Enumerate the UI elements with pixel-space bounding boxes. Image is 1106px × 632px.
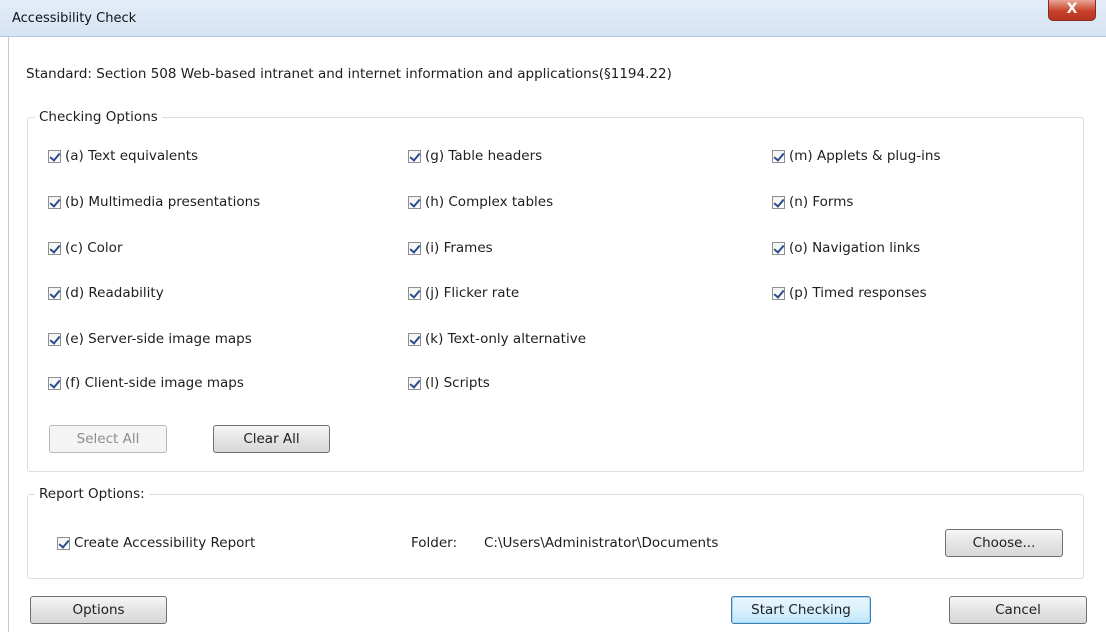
option-d[interactable]: (d) Readability [48,285,164,301]
option-j[interactable]: (j) Flicker rate [408,285,519,301]
option-label: (h) Complex tables [425,194,554,210]
option-o[interactable]: (o) Navigation links [772,240,920,256]
option-h[interactable]: (h) Complex tables [408,194,553,210]
checkbox-icon[interactable] [57,536,70,550]
checkbox-icon[interactable] [408,241,421,255]
option-a[interactable]: (a) Text equivalents [48,148,198,164]
option-label: (k) Text-only alternative [425,331,587,347]
title-bar: Accessibility Check X [0,0,1106,37]
create-report-option[interactable]: Create Accessibility Report [57,535,255,551]
window-title: Accessibility Check [12,11,137,26]
report-options-legend: Report Options: [35,486,149,502]
option-label: (l) Scripts [425,375,490,391]
option-i[interactable]: (i) Frames [408,240,493,256]
option-c[interactable]: (c) Color [48,240,123,256]
folder-path: C:\Users\Administrator\Documents [484,535,719,551]
checkbox-icon[interactable] [772,149,785,163]
select-all-button[interactable]: Select All [49,425,167,453]
folder-label: Folder: [411,535,458,551]
option-label: (c) Color [65,240,123,256]
checkbox-icon[interactable] [48,195,61,209]
standard-text: Standard: Section 508 Web-based intranet… [26,66,672,82]
checkbox-icon[interactable] [48,376,61,390]
checkbox-icon[interactable] [48,286,61,300]
option-label: (f) Client-side image maps [65,375,244,391]
option-m[interactable]: (m) Applets & plug-ins [772,148,941,164]
option-label: (b) Multimedia presentations [65,194,261,210]
checkbox-icon[interactable] [772,286,785,300]
checkbox-icon[interactable] [772,241,785,255]
option-g[interactable]: (g) Table headers [408,148,542,164]
clear-all-button[interactable]: Clear All [213,425,330,453]
options-button[interactable]: Options [30,596,167,624]
checkbox-icon[interactable] [408,286,421,300]
checkbox-icon[interactable] [408,149,421,163]
option-n[interactable]: (n) Forms [772,194,853,210]
checkbox-icon[interactable] [48,332,61,346]
checking-options-legend: Checking Options [35,109,162,125]
start-checking-button[interactable]: Start Checking [731,596,871,624]
option-label: (o) Navigation links [789,240,921,256]
checkbox-icon[interactable] [772,195,785,209]
checkbox-icon[interactable] [48,149,61,163]
option-b[interactable]: (b) Multimedia presentations [48,194,260,210]
create-report-label: Create Accessibility Report [74,535,256,551]
option-label: (p) Timed responses [789,285,927,301]
choose-button[interactable]: Choose... [945,529,1063,557]
option-e[interactable]: (e) Server-side image maps [48,331,252,347]
option-p[interactable]: (p) Timed responses [772,285,927,301]
checkbox-icon[interactable] [408,376,421,390]
option-label: (g) Table headers [425,148,543,164]
checkbox-icon[interactable] [48,241,61,255]
checkbox-icon[interactable] [408,332,421,346]
option-k[interactable]: (k) Text-only alternative [408,331,586,347]
option-label: (d) Readability [65,285,164,301]
option-l[interactable]: (l) Scripts [408,375,490,391]
option-label: (a) Text equivalents [65,148,199,164]
option-label: (m) Applets & plug-ins [789,148,941,164]
option-label: (j) Flicker rate [425,285,520,301]
close-button[interactable]: X [1048,0,1096,21]
option-label: (i) Frames [425,240,493,256]
option-label: (e) Server-side image maps [65,331,252,347]
option-label: (n) Forms [789,194,854,210]
option-f[interactable]: (f) Client-side image maps [48,375,244,391]
checkbox-icon[interactable] [408,195,421,209]
cancel-button[interactable]: Cancel [949,596,1087,624]
